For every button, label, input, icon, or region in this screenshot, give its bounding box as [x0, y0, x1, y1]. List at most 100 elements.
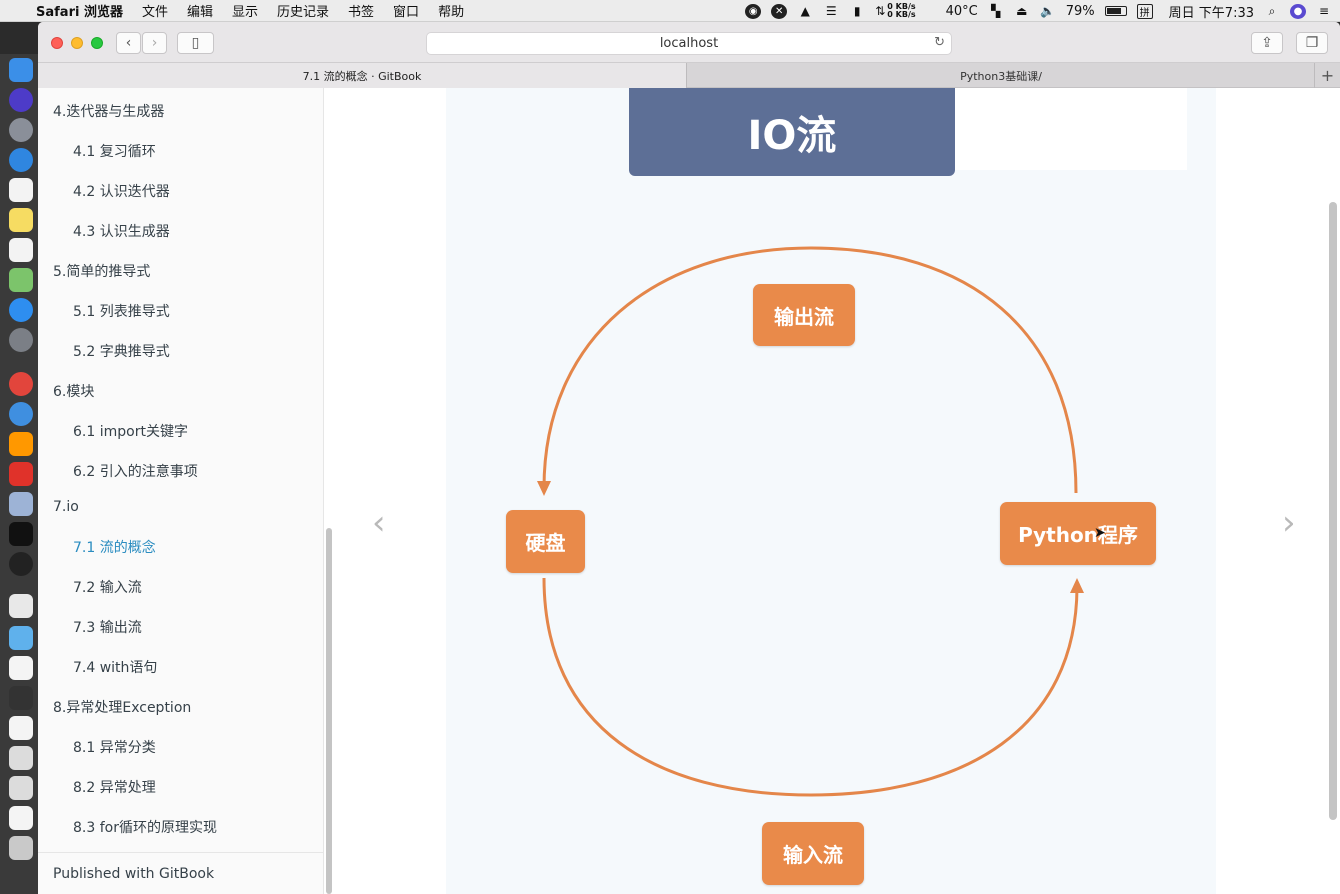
app-store-icon[interactable]	[9, 298, 33, 322]
menu-help[interactable]: 帮助	[438, 1, 464, 20]
book-page: IO流 输出流 硬盘 Python程序 输入流 ‹ › ➤	[338, 88, 1340, 894]
maximize-window-button[interactable]	[91, 37, 103, 49]
python-window-icon[interactable]	[9, 776, 33, 800]
xmind-icon[interactable]	[9, 462, 33, 486]
sidebar-scrollbar[interactable]	[326, 528, 332, 894]
menu-file[interactable]: 文件	[142, 1, 168, 20]
nav-chapter-7[interactable]: 7.io	[53, 499, 79, 515]
menu-window[interactable]: 窗口	[393, 1, 419, 20]
clock[interactable]: 周日 下午7:33	[1169, 2, 1254, 21]
nav-chapter-6[interactable]: 6.模块	[53, 381, 94, 401]
nav-chapter-8[interactable]: 8.异常处理Exception	[53, 697, 191, 717]
nav-7-1-active[interactable]: 7.1 流的概念	[73, 537, 156, 557]
chrome-icon[interactable]	[9, 372, 33, 396]
layout-icon[interactable]: ▚	[988, 4, 1004, 19]
menu-view[interactable]: 显示	[232, 1, 258, 20]
new-tab-button[interactable]: +	[1314, 63, 1340, 88]
sidebar-toggle-button[interactable]: ▯	[177, 32, 214, 54]
nav-8-2[interactable]: 8.2 异常处理	[73, 777, 156, 797]
menu-history[interactable]: 历史记录	[277, 1, 329, 20]
status-tray: ◉ ✕ ▲ ☰ ▮ ⇅ 0 KB/s 0 KB/s 40°C ▚ ⏏ 🔈 79%…	[745, 0, 1332, 22]
nav-7-2[interactable]: 7.2 输入流	[73, 577, 142, 597]
file-icon-2[interactable]	[9, 716, 33, 740]
battery-icon[interactable]	[1104, 6, 1127, 16]
spotlight-search-icon[interactable]: ⌕	[1264, 4, 1280, 19]
chevron-left-icon: ‹	[125, 35, 132, 51]
net-down: 0 KB/s	[887, 10, 916, 19]
nav-chapter-4[interactable]: 4.迭代器与生成器	[53, 101, 164, 121]
maps-icon[interactable]	[9, 268, 33, 292]
nav-chapter-5[interactable]: 5.简单的推导式	[53, 261, 150, 281]
page-scrollbar[interactable]	[1329, 202, 1337, 820]
terminal-icon[interactable]	[9, 522, 33, 546]
reminders-icon[interactable]	[9, 238, 33, 262]
prev-page-arrow[interactable]: ‹	[372, 503, 386, 543]
chevron-right-icon: ›	[1282, 503, 1296, 543]
book-summary-sidebar: 4.迭代器与生成器 4.1 复习循环 4.2 认识迭代器 4.3 认识生成器 5…	[38, 88, 324, 894]
trash-icon[interactable]	[9, 836, 33, 860]
file-icon-3[interactable]	[9, 806, 33, 830]
finder-icon[interactable]	[9, 58, 33, 82]
screenshot-icon[interactable]	[9, 686, 33, 710]
tab-label: Python3基础课/	[960, 69, 1042, 83]
tray-stack-icon[interactable]: ☰	[823, 4, 839, 19]
tray-tool-icon[interactable]: ✕	[771, 3, 788, 19]
temperature[interactable]: 40°C	[946, 4, 978, 19]
volume-icon[interactable]: 🔈	[1040, 4, 1056, 19]
menu-edit[interactable]: 编辑	[187, 1, 213, 20]
menu-bookmarks[interactable]: 书签	[348, 1, 374, 20]
input-method-icon[interactable]: 拼	[1136, 3, 1153, 19]
obs-icon[interactable]	[9, 552, 33, 576]
tab-label: 7.1 流的概念 · GitBook	[302, 69, 422, 83]
nav-8-3[interactable]: 8.3 for循环的原理实现	[73, 817, 217, 837]
sublime-text-icon[interactable]	[9, 432, 33, 456]
reload-icon[interactable]: ↻	[934, 35, 945, 50]
dock	[0, 54, 40, 894]
net-speed[interactable]: ⇅ 0 KB/s 0 KB/s	[875, 3, 915, 19]
tabs-icon: ❐	[1305, 35, 1319, 51]
folder-icon[interactable]	[9, 626, 33, 650]
calendar-icon[interactable]	[9, 178, 33, 202]
system-preferences-icon[interactable]	[9, 328, 33, 352]
close-window-button[interactable]	[51, 37, 63, 49]
nav-4-3[interactable]: 4.3 认识生成器	[73, 221, 170, 241]
layers-app-icon[interactable]	[9, 402, 33, 426]
tab-python3-course[interactable]: Python3基础课/	[688, 63, 1314, 88]
tab-overview-button[interactable]: ❐	[1296, 32, 1328, 54]
notification-center-icon[interactable]: ≡	[1316, 4, 1332, 19]
minimize-window-button[interactable]	[71, 37, 83, 49]
next-page-arrow[interactable]: ›	[1282, 503, 1296, 543]
file-icon[interactable]	[9, 656, 33, 680]
signal-bars-icon[interactable]: ▮	[849, 4, 865, 19]
tab-flow-concept[interactable]: 7.1 流的概念 · GitBook	[38, 63, 687, 88]
gitbook-footer-link[interactable]: Published with GitBook	[38, 852, 323, 894]
nav-4-1[interactable]: 4.1 复习循环	[73, 141, 156, 161]
launchpad-icon[interactable]	[9, 118, 33, 142]
forward-button[interactable]: ›	[142, 32, 167, 54]
nav-5-1[interactable]: 5.1 列表推导式	[73, 301, 170, 321]
preview-icon[interactable]	[9, 492, 33, 516]
safari-icon[interactable]	[9, 148, 33, 172]
siri-dock-icon[interactable]	[9, 88, 33, 112]
airplay-icon[interactable]: ⏏	[1014, 4, 1030, 19]
nav-6-1[interactable]: 6.1 import关键字	[73, 421, 188, 441]
share-button[interactable]: ⇪	[1251, 32, 1283, 54]
nav-8-1[interactable]: 8.1 异常分类	[73, 737, 156, 757]
tray-app-icon[interactable]: ◉	[745, 3, 762, 19]
notes-icon[interactable]	[9, 208, 33, 232]
plus-icon: +	[1320, 66, 1335, 85]
document-icon[interactable]	[9, 594, 33, 618]
nav-7-3[interactable]: 7.3 输出流	[73, 617, 142, 637]
browser-window: ‹ › ▯ localhost ↻ ⇪ ❐ 7.1 流的概念 · GitBook…	[38, 22, 1340, 894]
nav-7-4[interactable]: 7.4 with语句	[73, 657, 157, 677]
back-button[interactable]: ‹	[116, 32, 141, 54]
tray-bell-icon[interactable]: ▲	[797, 4, 813, 19]
nav-6-2[interactable]: 6.2 引入的注意事项	[73, 461, 198, 481]
nav-4-2[interactable]: 4.2 认识迭代器	[73, 181, 170, 201]
address-bar[interactable]: localhost ↻	[426, 32, 952, 55]
node-window-icon[interactable]	[9, 746, 33, 770]
menu-app-name[interactable]: Safari 浏览器	[36, 1, 123, 20]
siri-icon[interactable]: ●	[1290, 3, 1306, 19]
toolbar: ‹ › ▯ localhost ↻ ⇪ ❐	[38, 22, 1340, 63]
nav-5-2[interactable]: 5.2 字典推导式	[73, 341, 170, 361]
